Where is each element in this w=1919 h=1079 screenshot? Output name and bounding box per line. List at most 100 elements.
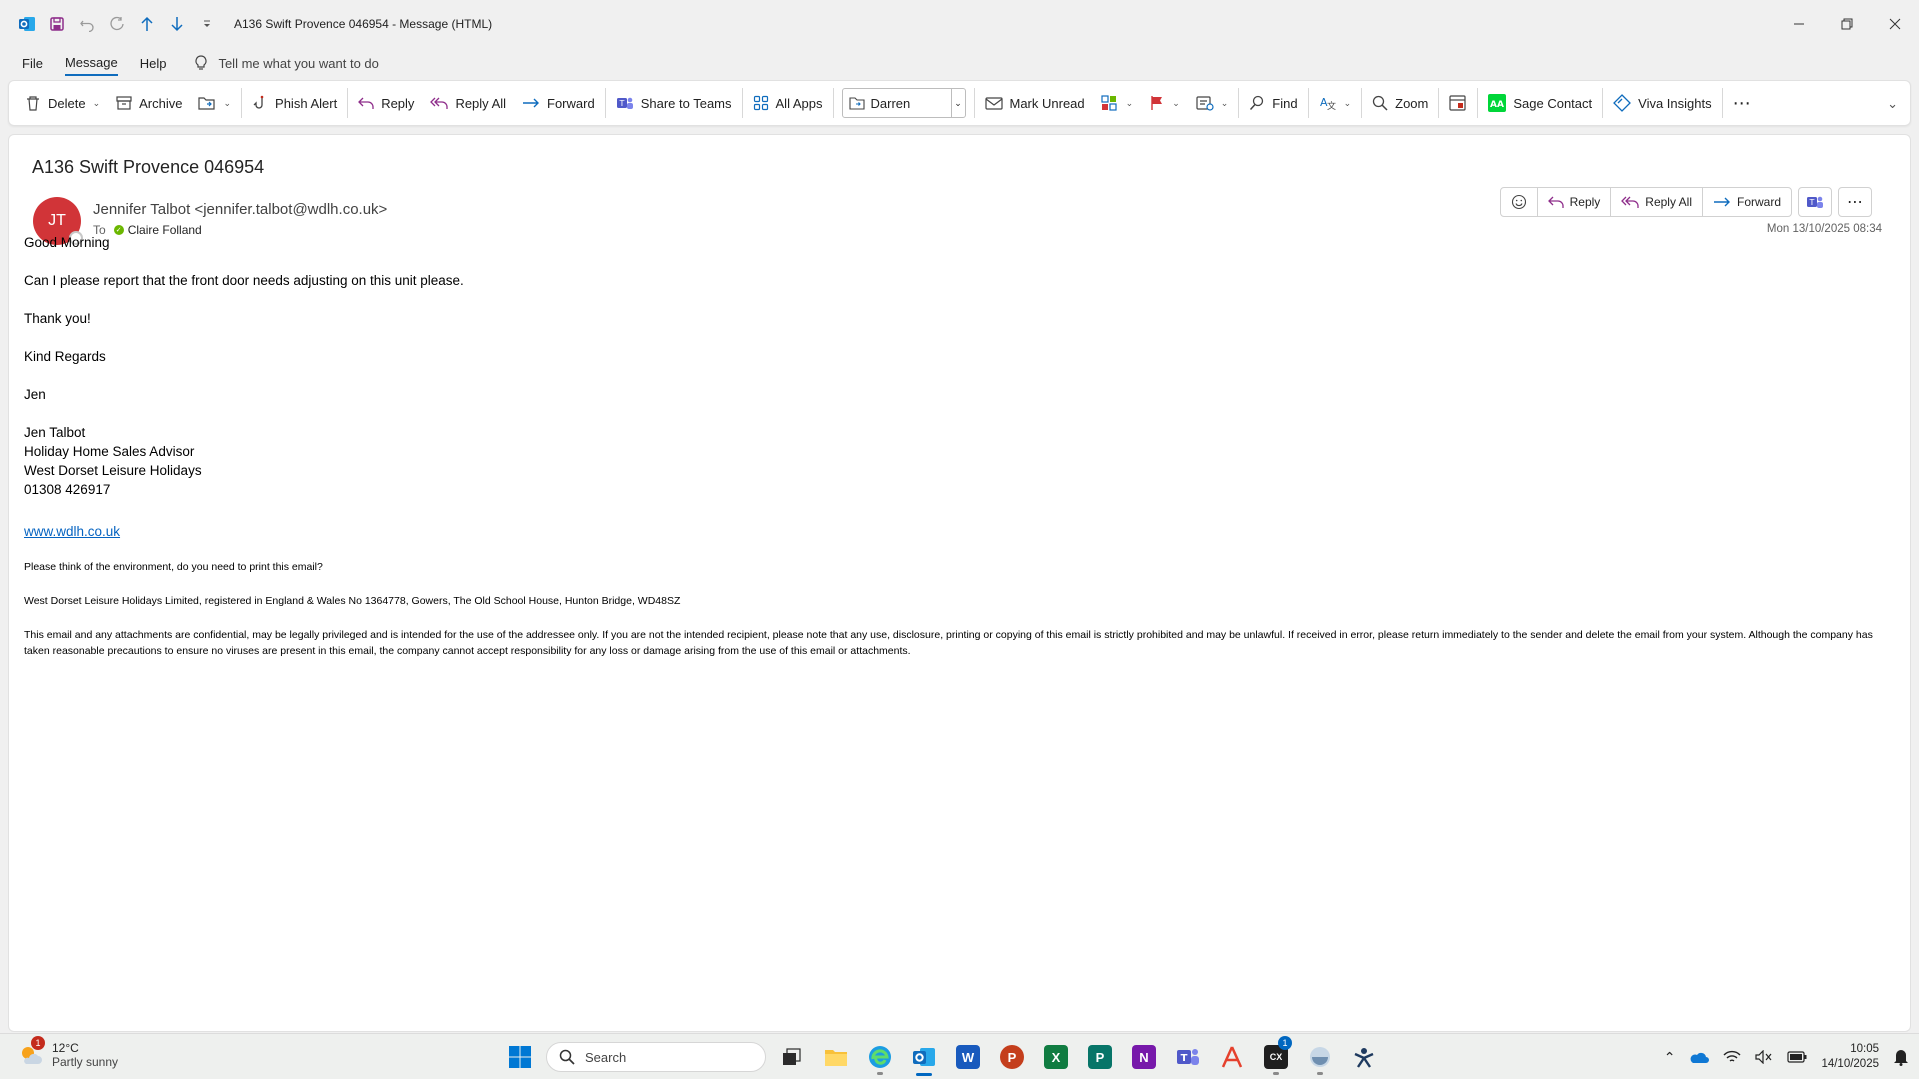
categorize-button[interactable]: ⌄ (1093, 87, 1142, 119)
next-item-icon[interactable] (164, 10, 190, 38)
react-button[interactable] (1501, 188, 1538, 216)
edge-icon[interactable] (862, 1038, 898, 1076)
message-datetime: Mon 13/10/2025 08:34 (1766, 223, 1882, 235)
delete-button[interactable]: Delete ⌄ (17, 87, 108, 119)
find-label: Find (1272, 95, 1298, 111)
ribbon-divider (241, 88, 243, 118)
zoom-label: Zoom (1395, 95, 1429, 111)
previous-item-icon[interactable] (134, 10, 160, 38)
taskbar-search[interactable]: Search (546, 1042, 766, 1072)
redo-icon[interactable] (104, 10, 130, 38)
find-button[interactable]: Find (1241, 87, 1305, 119)
browser-app-icon[interactable] (1302, 1038, 1338, 1076)
notification-badge: 1 (1278, 1036, 1292, 1050)
partly-sunny-icon: 1 (18, 1036, 45, 1068)
acrobat-icon[interactable] (1214, 1038, 1250, 1076)
viva-insights-button[interactable]: Viva Insights (1605, 87, 1719, 119)
recipient-name: Claire Folland (127, 223, 202, 237)
system-tray: ⌃ 10:05 14/10/2025 (1664, 1034, 1909, 1079)
window-title: A136 Swift Provence 046954 - Message (HT… (234, 17, 493, 31)
message-more-button[interactable]: ⋯ (1838, 187, 1872, 217)
outlook-icon[interactable] (906, 1038, 942, 1076)
tags-more-button[interactable]: ⌄ (1188, 87, 1237, 119)
flag-icon (1151, 96, 1163, 110)
chevron-down-icon[interactable]: ⌄ (950, 89, 965, 117)
system-clock[interactable]: 10:05 14/10/2025 (1821, 1042, 1879, 1072)
undo-icon[interactable] (74, 10, 100, 38)
follow-up-button[interactable]: ⌄ (1141, 87, 1188, 119)
website-link[interactable]: www.wdlh.co.uk (24, 524, 120, 539)
ribbon-divider (1721, 88, 1723, 118)
customize-toolbar-icon[interactable] (194, 10, 220, 38)
share-to-teams-button[interactable]: T Share to Teams (608, 87, 740, 119)
reply-all-button[interactable]: Reply All (422, 87, 514, 119)
task-view-icon[interactable] (774, 1038, 810, 1076)
archive-button[interactable]: Archive (108, 87, 190, 119)
forward-icon (523, 98, 540, 108)
onenote-icon[interactable]: N (1126, 1038, 1162, 1076)
tab-file[interactable]: File (22, 50, 43, 76)
volume-muted-icon[interactable] (1755, 1050, 1773, 1064)
wifi-icon[interactable] (1723, 1050, 1741, 1064)
search-icon (1250, 95, 1264, 111)
terminal-app-icon[interactable]: CX 1 (1258, 1036, 1294, 1076)
tab-help[interactable]: Help (140, 50, 167, 76)
message-reply-button[interactable]: Reply (1538, 188, 1612, 216)
signature-title: Holiday Home Sales Advisor (24, 444, 195, 459)
chevron-down-icon: ⌄ (1343, 97, 1352, 108)
battery-icon[interactable] (1787, 1051, 1807, 1063)
ribbon-collapse-button[interactable]: ⌄ (1879, 93, 1906, 115)
helper-app-icon[interactable] (1346, 1038, 1382, 1076)
sage-contact-button[interactable]: AA Sage Contact (1480, 87, 1600, 119)
recipient[interactable]: ✓ Claire Folland (113, 223, 202, 237)
file-explorer-icon[interactable] (818, 1038, 854, 1076)
message-actions: Reply Reply All Forward T ⋯ (1499, 187, 1872, 217)
publisher-icon[interactable]: P (1082, 1038, 1118, 1076)
all-apps-label: All Apps (775, 95, 823, 111)
viva-insights-label: Viva Insights (1638, 95, 1712, 111)
teams-icon[interactable]: T (1170, 1038, 1206, 1076)
environment-note: Please think of the environment, do you … (24, 561, 323, 573)
weather-widget[interactable]: 1 12°C Partly sunny (18, 1036, 118, 1069)
more-options-button[interactable]: ⋯ (1725, 87, 1760, 119)
onedrive-icon[interactable] (1689, 1050, 1710, 1064)
minimize-icon[interactable] (1775, 0, 1823, 48)
body-paragraph: Can I please report that the front door … (24, 273, 464, 288)
word-icon[interactable]: W (950, 1038, 986, 1076)
clock-date: 14/10/2025 (1821, 1058, 1879, 1070)
translate-button[interactable]: A文 ⌄ (1311, 87, 1360, 119)
calendar-icon (1449, 95, 1466, 111)
chevron-down-icon: ⌄ (1887, 96, 1898, 111)
restore-icon[interactable] (1823, 0, 1871, 48)
move-button[interactable]: ⌄ (190, 87, 239, 119)
folder-move-icon (848, 97, 865, 110)
ribbon-divider (741, 88, 743, 118)
sender[interactable]: Jennifer Talbot <jennifer.talbot@wdlh.co… (93, 201, 387, 218)
notifications-icon[interactable] (1893, 1048, 1909, 1066)
reply-all-label: Reply All (455, 95, 507, 111)
tab-message[interactable]: Message (64, 50, 118, 76)
start-icon[interactable] (502, 1038, 538, 1076)
quick-steps-dropdown[interactable]: Darren ⌄ (841, 88, 966, 118)
tell-me-search[interactable]: Tell me what you want to do (194, 55, 379, 71)
ellipsis-icon: ⋯ (1732, 92, 1752, 113)
excel-icon[interactable]: X (1038, 1038, 1074, 1076)
calendar-button[interactable] (1441, 87, 1475, 119)
phish-alert-button[interactable]: Phish Alert (244, 87, 345, 119)
reply-label: Reply (381, 95, 415, 111)
archive-label: Archive (139, 95, 183, 111)
forward-button[interactable]: Forward (514, 87, 603, 119)
zoom-button[interactable]: Zoom (1364, 87, 1436, 119)
powerpoint-icon[interactable]: P (994, 1038, 1030, 1076)
mark-unread-button[interactable]: Mark Unread (977, 87, 1093, 119)
close-icon[interactable] (1871, 0, 1919, 48)
reply-button[interactable]: Reply (350, 87, 422, 119)
forward-label: Forward (547, 95, 595, 111)
message-forward-button[interactable]: Forward (1703, 188, 1791, 216)
message-teams-button[interactable]: T (1798, 187, 1832, 217)
chevron-up-icon[interactable]: ⌃ (1664, 1049, 1676, 1066)
all-apps-button[interactable]: All Apps (745, 87, 831, 119)
message-reply-all-button[interactable]: Reply All (1611, 188, 1703, 216)
save-icon[interactable] (44, 10, 70, 38)
share-to-teams-label: Share to Teams (640, 95, 732, 111)
